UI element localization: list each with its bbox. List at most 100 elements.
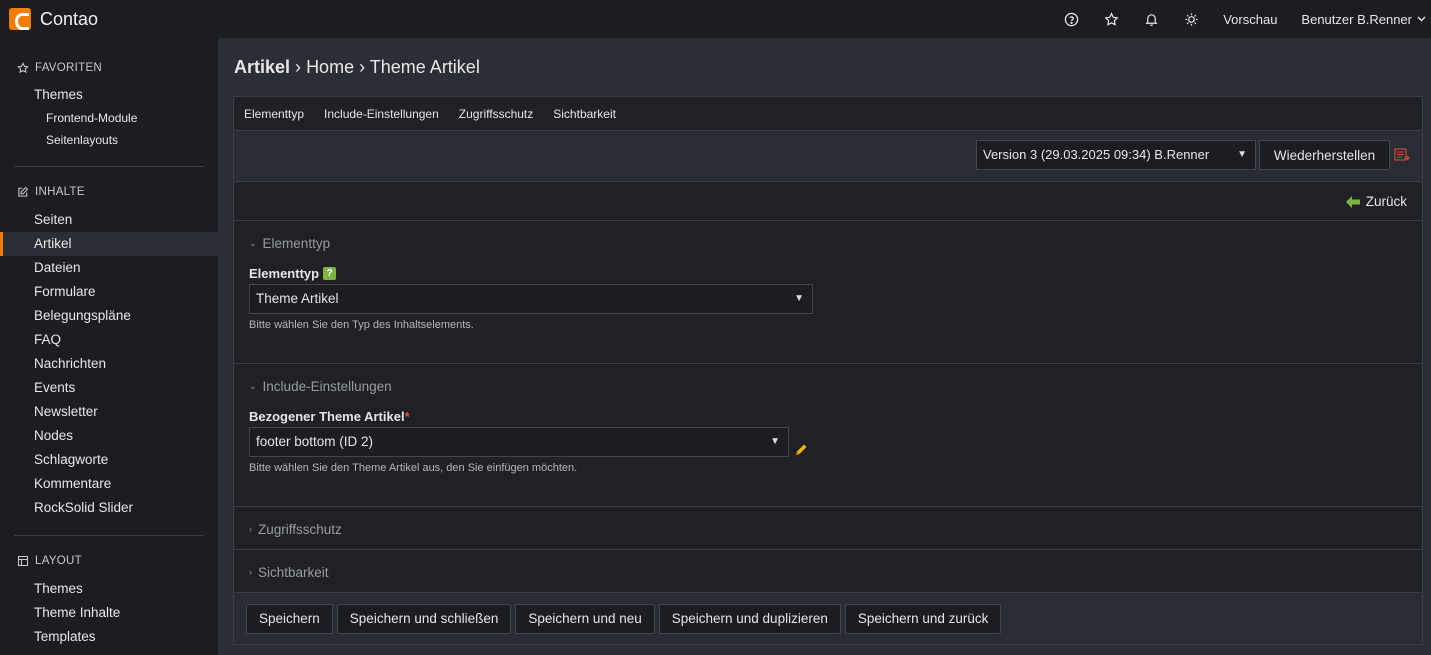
label-text: Elementtyp bbox=[249, 265, 320, 281]
theme-toggle-sun-icon[interactable] bbox=[1171, 0, 1211, 38]
back-row: Zurück bbox=[234, 182, 1422, 221]
sidebar-item-faq[interactable]: FAQ bbox=[0, 328, 218, 352]
back-label: Zurück bbox=[1365, 194, 1407, 209]
chevron-down-icon: ⌄ bbox=[249, 237, 257, 248]
field-hint: Bitte wählen Sie den Typ des Inhaltselem… bbox=[249, 319, 474, 331]
submit-bar: Speichern Speichern und schließen Speich… bbox=[234, 592, 1422, 644]
save-back-button[interactable]: Speichern und zurück bbox=[844, 603, 1002, 634]
edit-icon bbox=[18, 186, 29, 197]
theme-artikel-select[interactable]: footer bottom (ID 2) ▼ bbox=[249, 427, 789, 457]
star-icon[interactable] bbox=[1091, 0, 1131, 38]
contao-logo-icon bbox=[9, 8, 31, 30]
sidebar-item-themes[interactable]: Themes bbox=[0, 577, 218, 601]
save-button[interactable]: Speichern bbox=[246, 603, 333, 634]
breadcrumb-current: Theme Artikel bbox=[369, 57, 480, 77]
sidebar-item-theme-inhalte[interactable]: Theme Inhalte bbox=[0, 601, 218, 625]
version-select[interactable]: Version 3 (29.03.2025 09:34) B.Renner ▼ bbox=[976, 140, 1256, 170]
sidebar-item-rocksolid-slider[interactable]: RockSolid Slider bbox=[0, 496, 218, 520]
breadcrumb-page[interactable]: Home bbox=[306, 57, 354, 77]
arrow-left-icon bbox=[1345, 195, 1360, 208]
fieldset-tabs: Elementtyp Include-Einstellungen Zugriff… bbox=[234, 97, 1422, 131]
tab-sichtbarkeit[interactable]: Sichtbarkeit bbox=[553, 107, 616, 121]
tab-zugriffsschutz[interactable]: Zugriffsschutz bbox=[459, 107, 533, 121]
user-name: Benutzer B.Renner bbox=[1301, 11, 1412, 27]
back-button[interactable]: Zurück bbox=[1345, 194, 1407, 209]
sidebar-item-templates[interactable]: Templates bbox=[0, 625, 218, 649]
star-icon bbox=[17, 62, 29, 74]
sidebar-section-favorites[interactable]: Favoriten bbox=[0, 58, 218, 78]
required-marker: * bbox=[404, 408, 410, 424]
sidebar-item-seitenlayouts[interactable]: Seitenlayouts bbox=[0, 129, 218, 151]
brand-name: Contao bbox=[40, 8, 99, 29]
sidebar-item-newsletter[interactable]: Newsletter bbox=[0, 400, 218, 424]
tab-elementtyp[interactable]: Elementtyp bbox=[244, 107, 304, 121]
sidebar-item-nodes[interactable]: Nodes bbox=[0, 424, 218, 448]
version-select-value: Version 3 (29.03.2025 09:34) B.Renner bbox=[983, 147, 1210, 162]
chevron-right-icon: › bbox=[249, 524, 252, 534]
top-right-nav: Vorschau Benutzer B.Renner bbox=[1051, 0, 1431, 38]
sidebar-item-dateien[interactable]: Dateien bbox=[0, 256, 218, 280]
user-menu[interactable]: Benutzer B.Renner bbox=[1289, 0, 1431, 38]
breadcrumb: Artikel › Home › Theme Artikel bbox=[234, 57, 480, 78]
breadcrumb-separator: › bbox=[359, 57, 366, 77]
sidebar-item-kommentare[interactable]: Kommentare bbox=[0, 472, 218, 496]
save-duplicate-button[interactable]: Speichern und duplizieren bbox=[658, 603, 841, 634]
field-label-elementtyp: Elementtyp ? bbox=[234, 265, 1422, 281]
legend-text: Elementtyp bbox=[262, 235, 331, 251]
fieldset-zugriffsschutz: › Zugriffsschutz bbox=[234, 507, 1422, 550]
bell-icon[interactable] bbox=[1131, 0, 1171, 38]
save-close-button[interactable]: Speichern und schließen bbox=[336, 603, 512, 634]
legend-text: Sichtbarkeit bbox=[258, 564, 329, 580]
sidebar-item-belegungsplaene[interactable]: Belegungspläne bbox=[0, 304, 218, 328]
sidebar-section-title: Inhalte bbox=[35, 186, 85, 198]
elementtyp-select-value: Theme Artikel bbox=[256, 291, 339, 306]
fieldset-legend-include[interactable]: ⌄ Include-Einstellungen bbox=[234, 364, 1422, 408]
sidebar-item-formulare[interactable]: Formulare bbox=[0, 280, 218, 304]
layout-icon bbox=[17, 555, 29, 567]
field-label-theme-artikel: Bezogener Theme Artikel * bbox=[234, 408, 1422, 424]
sidebar-item-themes-fav[interactable]: Themes bbox=[0, 83, 218, 107]
sidebar-item-seiten[interactable]: Seiten bbox=[0, 208, 218, 232]
brand[interactable]: Contao bbox=[9, 8, 98, 30]
legend-text: Include-Einstellungen bbox=[262, 378, 392, 394]
diff-icon[interactable] bbox=[1394, 147, 1410, 163]
help-icon[interactable]: ? bbox=[323, 266, 337, 280]
field-hint: Bitte wählen Sie den Theme Artikel aus, … bbox=[249, 462, 578, 474]
tab-include-einstellungen[interactable]: Include-Einstellungen bbox=[324, 107, 439, 121]
theme-artikel-select-value: footer bottom (ID 2) bbox=[256, 434, 374, 449]
edit-panel: Elementtyp Include-Einstellungen Zugriff… bbox=[233, 96, 1423, 645]
preview-link[interactable]: Vorschau bbox=[1211, 0, 1289, 38]
fieldset-elementtyp: ⌄ Elementtyp Elementtyp ? Theme Artikel … bbox=[234, 221, 1422, 364]
fieldset-legend-zugriffsschutz[interactable]: › Zugriffsschutz bbox=[234, 507, 1422, 551]
sidebar-section-title: Favoriten bbox=[35, 62, 103, 74]
fieldset-legend-elementtyp[interactable]: ⌄ Elementtyp bbox=[234, 221, 1422, 265]
fieldset-legend-sichtbarkeit[interactable]: › Sichtbarkeit bbox=[234, 550, 1422, 594]
caret-down-icon: ▼ bbox=[794, 293, 804, 304]
elementtyp-select[interactable]: Theme Artikel ▼ bbox=[249, 284, 813, 314]
version-row: Version 3 (29.03.2025 09:34) B.Renner ▼ … bbox=[234, 131, 1422, 182]
caret-down-icon: ▼ bbox=[1237, 149, 1247, 160]
label-text: Bezogener Theme Artikel bbox=[249, 408, 405, 424]
sidebar-item-nachrichten[interactable]: Nachrichten bbox=[0, 352, 218, 376]
chevron-down-icon bbox=[1417, 16, 1426, 22]
chevron-right-icon: › bbox=[249, 567, 252, 577]
sidebar-item-artikel[interactable]: Artikel bbox=[0, 232, 218, 256]
sidebar-item-schlagworte[interactable]: Schlagworte bbox=[0, 448, 218, 472]
breadcrumb-separator: › bbox=[295, 57, 302, 77]
sidebar-section-inhalte[interactable]: Inhalte bbox=[0, 182, 218, 202]
pencil-icon[interactable] bbox=[794, 443, 808, 457]
chevron-down-icon: ⌄ bbox=[249, 380, 257, 391]
help-icon[interactable] bbox=[1051, 0, 1091, 38]
restore-button[interactable]: Wiederherstellen bbox=[1259, 140, 1390, 170]
caret-down-icon: ▼ bbox=[770, 436, 780, 447]
top-bar: Contao Vorschau Benutzer B.Renner bbox=[0, 0, 1431, 38]
sidebar-item-frontend-module[interactable]: Frontend-Module bbox=[0, 107, 218, 129]
sidebar-item-events[interactable]: Events bbox=[0, 376, 218, 400]
breadcrumb-root[interactable]: Artikel bbox=[234, 57, 290, 77]
fieldset-sichtbarkeit: › Sichtbarkeit bbox=[234, 550, 1422, 593]
save-new-button[interactable]: Speichern und neu bbox=[515, 603, 655, 634]
sidebar-section-layout[interactable]: Layout bbox=[0, 551, 218, 571]
sidebar-section-title: Layout bbox=[35, 555, 82, 567]
sidebar: Favoriten Themes Frontend-Module Seitenl… bbox=[0, 38, 218, 655]
legend-text: Zugriffsschutz bbox=[258, 521, 342, 537]
